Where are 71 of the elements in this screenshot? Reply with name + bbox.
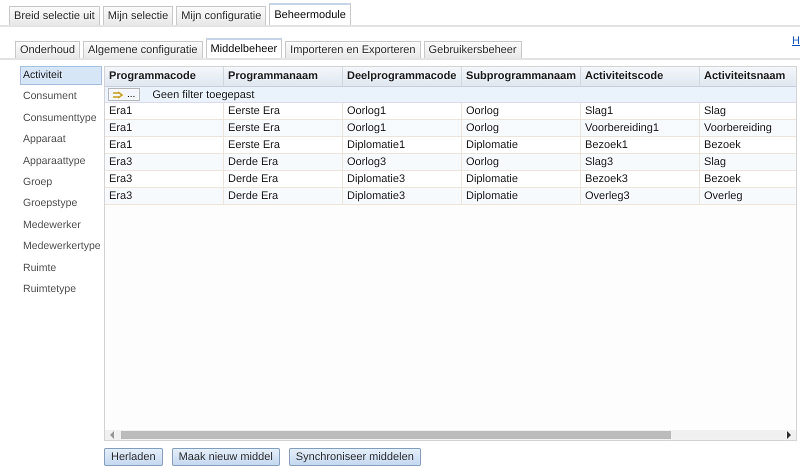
table-cell: Diplomatie3 xyxy=(343,188,462,204)
sidebar-item[interactable]: Consument xyxy=(20,87,102,106)
module-tab[interactable]: Mijn selectie xyxy=(102,6,174,25)
sidebar-item[interactable]: Activiteit xyxy=(20,66,102,85)
sidebar-item[interactable]: Consumenttype xyxy=(20,108,102,128)
sidebar-item[interactable]: Ruimte xyxy=(20,258,102,278)
table-cell: Bezoek3 xyxy=(581,171,700,187)
table-cell: Era3 xyxy=(105,171,224,187)
module-tab[interactable]: Mijn configuratie xyxy=(176,6,266,25)
table-cell: Slag1 xyxy=(581,103,700,119)
table-cell: Era3 xyxy=(105,154,224,170)
module-tab[interactable]: Breid selectie uit xyxy=(9,6,100,25)
sidebar-item[interactable]: Medewerkertype xyxy=(20,237,102,256)
section-tab[interactable]: Gebruikersbeheer xyxy=(424,41,522,58)
sidebar-item[interactable]: Ruimtetype xyxy=(20,280,102,299)
column-header[interactable]: Activiteitscode xyxy=(581,67,700,86)
table-cell: Diplomatie3 xyxy=(343,171,462,187)
sidebar-item[interactable]: Groepstype xyxy=(20,194,102,214)
table-cell-text: Overleg xyxy=(703,189,744,204)
table-cell-text: Slag xyxy=(703,104,728,119)
table-cell: Diplomatie xyxy=(462,188,581,204)
table-cell: Slag3 xyxy=(581,154,700,170)
table-cell: Voorbereiding1 xyxy=(581,120,700,136)
table-cell: Derde Era xyxy=(224,188,343,204)
column-header[interactable]: Activiteitsnaam xyxy=(700,67,796,86)
table-cell: Diplomatie xyxy=(462,137,581,153)
section-tab[interactable]: Middelbeheer xyxy=(206,38,282,58)
scroll-left-icon[interactable] xyxy=(109,431,115,439)
table-cell: Era1 xyxy=(105,137,224,153)
table-cell: Oorlog3 xyxy=(343,154,462,170)
table-cell: Oorlog xyxy=(462,120,581,136)
table-cell: Era1 xyxy=(105,103,224,119)
table-cell: Eerste Era xyxy=(224,120,343,136)
column-header[interactable]: Deelprogrammacode xyxy=(343,67,462,86)
action-button[interactable]: Maak nieuw middel xyxy=(172,448,280,466)
scroll-right-icon[interactable] xyxy=(786,431,792,439)
table-cell: Era3 xyxy=(105,188,224,204)
table-cell: Eerste Era xyxy=(224,103,343,119)
table-cell: Derde Era xyxy=(224,154,343,170)
sidebar-item[interactable]: Groep xyxy=(20,172,102,192)
help-link[interactable]: H xyxy=(792,35,800,47)
column-header[interactable]: Programmanaam xyxy=(224,67,343,86)
sidebar-item[interactable]: Apparaat xyxy=(20,130,102,150)
table-cell: Derde Era xyxy=(224,171,343,187)
action-button[interactable]: Herladen xyxy=(104,448,163,466)
filter-button[interactable]: ... xyxy=(108,88,140,101)
table-cell-text: Bezoek xyxy=(703,138,742,153)
column-header[interactable]: Programmacode xyxy=(105,67,224,86)
section-tab[interactable]: Onderhoud xyxy=(15,41,80,58)
table-cell: Eerste Era xyxy=(224,137,343,153)
table-cell: Oorlog xyxy=(462,103,581,119)
table-cell: Oorlog1 xyxy=(343,103,462,119)
table-cell: Diplomatie xyxy=(462,171,581,187)
table-cell: Oorlog xyxy=(462,154,581,170)
table-cell-text: Slag xyxy=(703,155,728,170)
module-tab[interactable]: Beheermodule xyxy=(269,3,351,25)
sidebar-item[interactable]: Medewerker xyxy=(20,216,102,235)
filter-status: Geen filter toegepast xyxy=(152,88,254,100)
table-cell: Oorlog1 xyxy=(343,120,462,136)
horizontal-scrollbar[interactable] xyxy=(105,430,796,440)
section-tab[interactable]: Importeren en Exporteren xyxy=(285,41,421,58)
action-button[interactable]: Synchroniseer middelen xyxy=(288,448,421,466)
table-cell: Era1 xyxy=(105,120,224,136)
table-cell: Diplomatie1 xyxy=(343,137,462,153)
sidebar-item[interactable]: Apparaattype xyxy=(20,152,102,171)
table-cell: Overleg3 xyxy=(581,188,700,204)
table-cell-text: Voorbereiding xyxy=(703,121,773,136)
table-cell: Bezoek1 xyxy=(581,137,700,153)
section-tab[interactable]: Algemene configuratie xyxy=(83,41,203,58)
column-header[interactable]: Subprogrammanaam xyxy=(462,67,581,86)
table-cell-text: Bezoek xyxy=(703,172,742,187)
